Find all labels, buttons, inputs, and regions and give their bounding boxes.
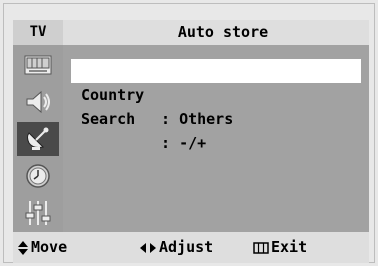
sidebar-item-channel[interactable] [17, 122, 59, 156]
menu-row-value: : -/+ [161, 134, 207, 152]
hint-adjust: Adjust [139, 232, 213, 263]
channel-icon [27, 127, 49, 150]
sidebar-item-setup[interactable] [17, 196, 59, 230]
hint-move: Move [17, 232, 67, 263]
setup-icon [25, 201, 51, 225]
left-right-arrow-icon [140, 242, 156, 253]
sidebar-item-picture[interactable] [17, 48, 59, 82]
sidebar-item-sound[interactable] [17, 85, 59, 119]
picture-icon [24, 55, 52, 75]
sidebar-item-time[interactable] [17, 159, 59, 193]
hint-adjust-label: Adjust [159, 238, 214, 256]
osd-screen: TV Auto store Country: Others Search: … [13, 20, 369, 263]
sidebar [13, 45, 63, 232]
clock-icon [26, 164, 50, 188]
sound-icon [26, 90, 50, 114]
hint-move-label: Move [31, 238, 68, 256]
menu-row-search[interactable]: Search : -/+ [71, 83, 361, 152]
hint-bar: Move Adjust Exit [13, 232, 369, 263]
menu-icon [253, 241, 269, 254]
menu-row-value: : Others [161, 110, 234, 128]
menu-content: Country : Others Search : -/+ [63, 45, 369, 232]
hint-exit: Exit [253, 232, 307, 263]
tv-label: TV [13, 20, 63, 45]
menu-row-country[interactable]: Country : Others [71, 59, 361, 128]
hint-exit-label: Exit [271, 238, 308, 256]
title-bar: TV Auto store [13, 20, 369, 45]
menu-row-label: Search [81, 110, 136, 128]
page-title: Auto store [177, 23, 269, 41]
up-down-arrow-icon [18, 240, 28, 255]
